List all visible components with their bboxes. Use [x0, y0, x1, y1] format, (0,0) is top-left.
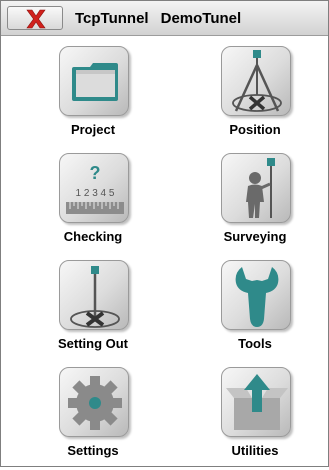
checking-button[interactable]: ? 1 2 3 4 5	[59, 153, 129, 223]
tools-button[interactable]	[221, 260, 291, 330]
menu-tile-surveying[interactable]: Surveying	[180, 149, 329, 256]
menu-tile-settings[interactable]: Settings	[18, 363, 168, 470]
gear-icon	[68, 376, 122, 430]
menu-label: Checking	[63, 229, 123, 244]
utilities-button[interactable]	[221, 367, 291, 437]
setting-out-button[interactable]	[59, 260, 129, 330]
measuring-tape-icon: ? 1 2 3 4 5	[66, 163, 124, 214]
job-name: DemoTunel	[160, 10, 242, 27]
upload-box-icon	[226, 374, 288, 430]
question-mark: ?	[90, 163, 101, 183]
position-button[interactable]	[221, 46, 291, 116]
surveying-button[interactable]	[221, 153, 291, 223]
menu-label: Surveying	[223, 229, 287, 244]
menu-tile-project[interactable]: Project	[18, 42, 168, 149]
menu-tile-tools[interactable]: Tools	[180, 256, 329, 363]
project-button[interactable]	[59, 46, 129, 116]
window-title: TcpTunnel DemoTunel	[75, 10, 241, 27]
ruler-digits: 1 2 3 4 5	[76, 188, 115, 199]
folder-icon	[72, 63, 118, 101]
wrench-icon	[235, 267, 279, 327]
menu-label: Utilities	[231, 443, 279, 458]
menu-label: Project	[70, 122, 116, 137]
menu-label: Setting Out	[57, 336, 129, 351]
menu-tile-checking[interactable]: ? 1 2 3 4 5 Checking	[18, 149, 168, 256]
menu-tile-position[interactable]: Position	[180, 42, 329, 149]
surveyor-pole-icon	[246, 158, 275, 218]
close-button[interactable]	[7, 6, 63, 30]
title-bar: TcpTunnel DemoTunel	[1, 1, 328, 36]
app-name: TcpTunnel	[75, 10, 149, 27]
position-tripod-icon	[232, 50, 282, 112]
menu-label: Settings	[67, 443, 119, 458]
setting-out-icon	[70, 266, 120, 328]
menu-label: Position	[229, 122, 281, 137]
menu-tile-setting-out[interactable]: Setting Out	[18, 256, 168, 363]
menu-tile-utilities[interactable]: Utilities	[180, 363, 329, 470]
settings-button[interactable]	[59, 367, 129, 437]
close-x-icon	[26, 9, 46, 29]
menu-label: Tools	[238, 336, 272, 351]
